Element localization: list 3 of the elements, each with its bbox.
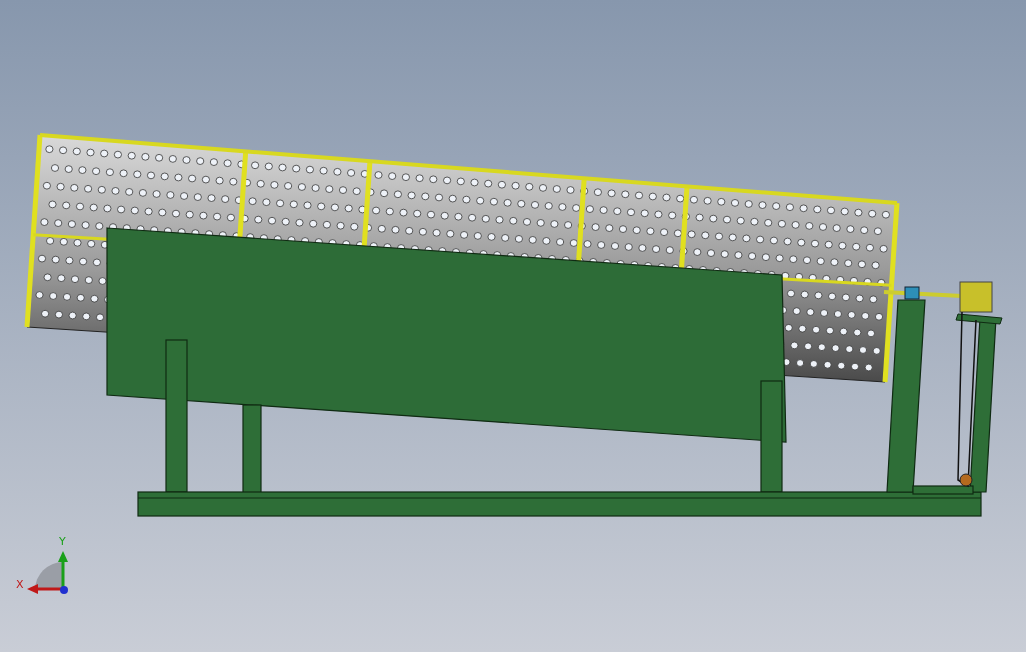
y-axis-label: Y: [59, 535, 66, 548]
x-axis-label: X: [16, 578, 24, 591]
axis-triad-drawing: [27, 551, 68, 594]
